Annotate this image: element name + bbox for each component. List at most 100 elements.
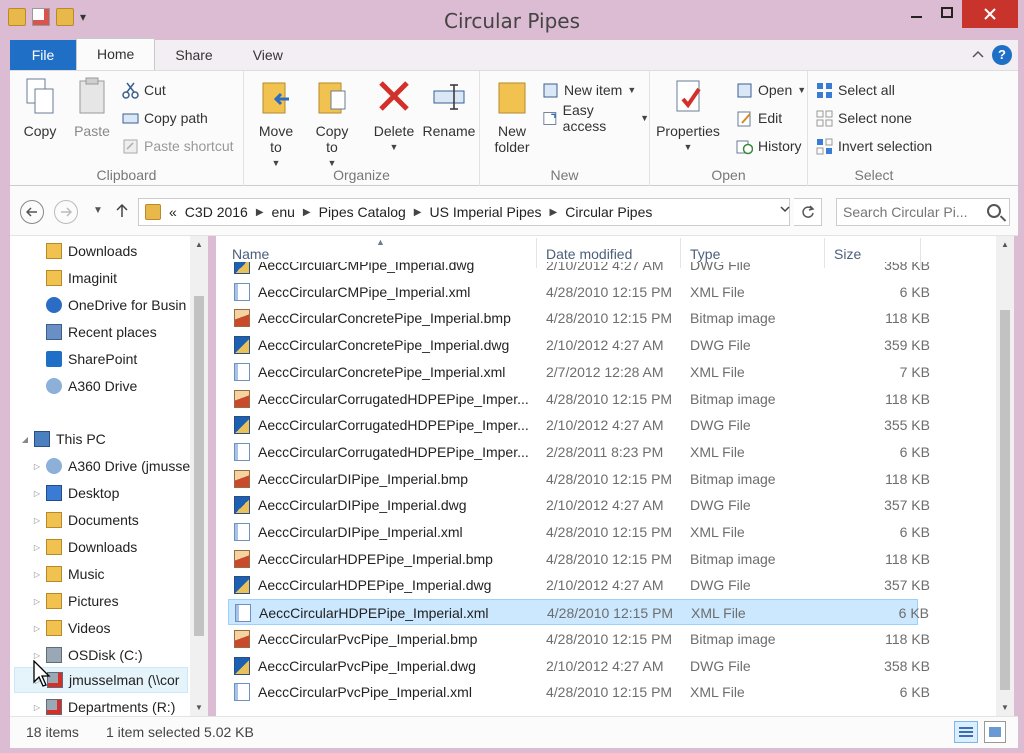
maximize-button[interactable]	[932, 0, 962, 26]
scroll-down-icon[interactable]: ▼	[190, 703, 208, 712]
breadcrumb-separator-icon[interactable]: ▶	[550, 207, 558, 218]
nav-pane-scrollbar[interactable]: ▲ ▼	[190, 236, 208, 716]
tab-home[interactable]: Home	[76, 38, 156, 70]
nav-item-recent-places[interactable]: Recent places	[46, 319, 157, 345]
nav-item-videos[interactable]: ▷ Videos	[32, 615, 111, 641]
paste-shortcut-button[interactable]: Paste shortcut	[122, 135, 234, 157]
nav-item-downloads[interactable]: Downloads	[46, 238, 137, 264]
file-row[interactable]: AeccCircularCMPipe_Imperial.xml 4/28/2010…	[228, 279, 930, 305]
new-folder-button[interactable]: New folder	[486, 77, 538, 155]
open-button[interactable]: Open ▼	[736, 79, 806, 101]
file-row[interactable]: AeccCircularHDPEPipe_Imperial.xml 4/28/20…	[228, 599, 929, 626]
copy-to-button[interactable]: Copy to ▼	[308, 77, 356, 171]
breadcrumb-us-imperial-pipes[interactable]: US Imperial Pipes	[429, 204, 541, 220]
invert-selection-button[interactable]: Invert selection	[816, 135, 932, 157]
help-icon[interactable]: ?	[992, 45, 1012, 65]
breadcrumb-separator-icon[interactable]: ▶	[414, 207, 422, 218]
nav-item-a360-drive[interactable]: A360 Drive	[46, 373, 137, 399]
rename-button[interactable]: Rename	[422, 77, 476, 139]
edit-button[interactable]: Edit	[736, 107, 782, 129]
nav-item-pictures[interactable]: ▷ Pictures	[32, 588, 119, 614]
nav-item-sharepoint[interactable]: SharePoint	[46, 346, 137, 372]
expand-arrow-icon[interactable]: ▷	[32, 570, 42, 579]
new-item-button[interactable]: New item ▼	[542, 79, 636, 101]
copy-button[interactable]: Copy	[16, 77, 64, 139]
file-row[interactable]: AeccCircularDIPipe_Imperial.xml 4/28/2010…	[228, 519, 930, 545]
file-row[interactable]: AeccCircularCMPipe_Imperial.dwg 2/10/2012…	[228, 262, 930, 278]
scrollbar-thumb[interactable]	[194, 296, 204, 636]
nav-item-this-pc[interactable]: ◢ This PC	[20, 426, 106, 452]
breadcrumb-pipes-catalog[interactable]: Pipes Catalog	[319, 204, 406, 220]
delete-button[interactable]: Delete ▼	[368, 77, 420, 155]
search-box[interactable]	[836, 198, 1010, 226]
file-row[interactable]: AeccCircularPvcPipe_Imperial.bmp 4/28/201…	[228, 626, 930, 652]
collapse-arrow-icon[interactable]: ◢	[20, 435, 30, 444]
file-row[interactable]: AeccCircularConcretePipe_Imperial.bmp 4/2…	[228, 305, 930, 331]
nav-item-documents[interactable]: ▷ Documents	[32, 507, 139, 533]
up-button[interactable]	[110, 200, 134, 224]
history-button[interactable]: History	[736, 135, 802, 157]
expand-arrow-icon[interactable]: ▷	[32, 543, 42, 552]
expand-arrow-icon[interactable]: ▷	[32, 516, 42, 525]
nav-item-downloads-pc[interactable]: ▷ Downloads	[32, 534, 137, 560]
file-row[interactable]: AeccCircularPvcPipe_Imperial.dwg 2/10/201…	[228, 653, 930, 679]
details-view-icon[interactable]	[954, 721, 978, 743]
forward-button[interactable]	[54, 200, 78, 224]
column-date-modified[interactable]: Date modified	[546, 246, 632, 262]
scrollbar-thumb[interactable]	[1000, 310, 1010, 690]
breadcrumb-c3d-2016[interactable]: C3D 2016	[185, 204, 248, 220]
nav-item-departments[interactable]: ▷ Departments (R:)	[32, 694, 175, 716]
expand-ribbon-icon[interactable]	[972, 50, 984, 60]
address-bar[interactable]: « C3D 2016 ▶ enu ▶ Pipes Catalog ▶ US Im…	[138, 198, 790, 226]
file-row[interactable]: AeccCircularPvcPipe_Imperial.xml 4/28/201…	[228, 679, 930, 705]
scroll-down-icon[interactable]: ▼	[996, 703, 1014, 712]
nav-item-onedrive[interactable]: OneDrive for Busin	[46, 292, 186, 318]
paste-button[interactable]: Paste	[68, 77, 116, 139]
file-row[interactable]: AeccCircularCorrugatedHDPEPipe_Imper... 2…	[228, 439, 930, 465]
easy-access-button[interactable]: Easy access ▼	[542, 102, 649, 134]
move-to-button[interactable]: Move to ▼	[252, 77, 300, 171]
properties-button[interactable]: Properties ▼	[652, 77, 724, 155]
file-row[interactable]: AeccCircularCorrugatedHDPEPipe_Imper... 4…	[228, 386, 930, 412]
search-input[interactable]	[843, 199, 983, 225]
recent-locations-button[interactable]: ▼	[86, 200, 110, 224]
file-list-scrollbar[interactable]: ▲ ▼	[996, 236, 1014, 716]
select-all-button[interactable]: Select all	[816, 79, 895, 101]
refresh-button[interactable]	[794, 198, 822, 226]
select-none-button[interactable]: Select none	[816, 107, 912, 129]
back-button[interactable]	[20, 200, 44, 224]
expand-arrow-icon[interactable]: ▷	[32, 703, 42, 712]
scroll-up-icon[interactable]: ▲	[190, 240, 208, 249]
column-name[interactable]: Name	[232, 246, 269, 262]
nav-item-a360-drive-user[interactable]: ▷ A360 Drive (jmusse	[32, 453, 190, 479]
file-row[interactable]: AeccCircularDIPipe_Imperial.bmp 4/28/2010…	[228, 466, 930, 492]
cut-button[interactable]: Cut	[122, 79, 166, 101]
file-row[interactable]: AeccCircularHDPEPipe_Imperial.dwg 2/10/20…	[228, 572, 930, 598]
nav-item-music[interactable]: ▷ Music	[32, 561, 105, 587]
file-row[interactable]: AeccCircularCorrugatedHDPEPipe_Imper... 2…	[228, 412, 930, 438]
tab-view[interactable]: View	[233, 40, 303, 70]
breadcrumb-separator-icon[interactable]: ▶	[303, 207, 311, 218]
scroll-up-icon[interactable]: ▲	[996, 240, 1014, 249]
address-history-dropdown[interactable]	[780, 205, 790, 216]
expand-arrow-icon[interactable]: ▷	[32, 597, 42, 606]
breadcrumb-overflow[interactable]: «	[169, 204, 177, 220]
breadcrumb-separator-icon[interactable]: ▶	[256, 207, 264, 218]
nav-item-desktop[interactable]: ▷ Desktop	[32, 480, 119, 506]
expand-arrow-icon[interactable]: ▷	[32, 651, 42, 660]
expand-arrow-icon[interactable]: ▷	[32, 462, 42, 471]
expand-arrow-icon[interactable]: ▷	[32, 489, 42, 498]
close-button[interactable]	[962, 0, 1018, 28]
file-row[interactable]: AeccCircularHDPEPipe_Imperial.bmp 4/28/20…	[228, 546, 930, 572]
expand-arrow-icon[interactable]: ▷	[32, 624, 42, 633]
minimize-button[interactable]	[902, 0, 932, 26]
breadcrumb-enu[interactable]: enu	[272, 204, 295, 220]
file-row[interactable]: AeccCircularConcretePipe_Imperial.xml 2/7…	[228, 359, 930, 385]
nav-item-imaginit[interactable]: Imaginit	[46, 265, 117, 291]
search-icon[interactable]	[987, 204, 1001, 218]
tab-share[interactable]: Share	[155, 40, 232, 70]
column-size[interactable]: Size	[834, 246, 861, 262]
tab-file[interactable]: File	[10, 40, 76, 70]
column-type[interactable]: Type	[690, 246, 720, 262]
large-icons-view-icon[interactable]	[984, 721, 1006, 743]
